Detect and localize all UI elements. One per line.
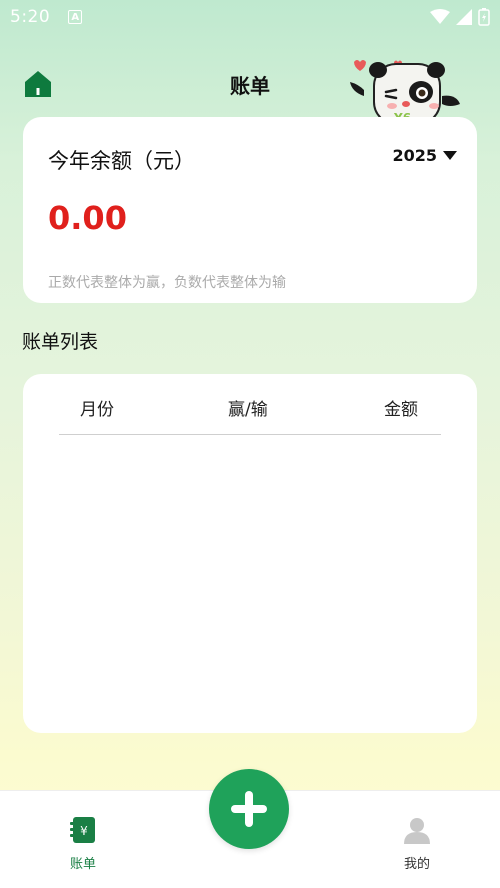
battery-icon xyxy=(478,8,490,26)
nav-label-mine: 我的 xyxy=(403,857,430,872)
bill-list-card: 月份 赢/输 金额 xyxy=(23,374,477,733)
nav-item-mine[interactable]: 我的 xyxy=(382,815,452,872)
list-divider xyxy=(59,434,441,435)
wifi-icon xyxy=(430,9,450,24)
year-value: 2025 xyxy=(392,146,437,165)
nav-label-bills: 账单 xyxy=(69,857,96,872)
add-bill-button[interactable] xyxy=(209,769,289,849)
panda-mascot: Y6 xyxy=(350,60,460,125)
column-header-month: 月份 xyxy=(80,400,114,420)
header: 账单 Y6 xyxy=(0,60,500,125)
caret-down-icon xyxy=(443,151,457,160)
nav-item-bills[interactable]: ¥ 账单 xyxy=(48,815,118,872)
column-header-amount: 金额 xyxy=(384,400,418,420)
balance-hint: 正数代表整体为赢，负数代表整体为输 xyxy=(48,275,286,291)
status-bar: 5:20 A xyxy=(0,0,500,34)
bill-list-title: 账单列表 xyxy=(22,331,99,353)
balance-label: 今年余额（元） xyxy=(48,149,195,173)
status-icons xyxy=(430,8,490,26)
year-selector[interactable]: 2025 xyxy=(392,146,457,165)
signal-icon xyxy=(456,9,472,25)
balance-card: 今年余额（元） 2025 0.00 正数代表整体为赢，负数代表整体为输 xyxy=(23,117,477,303)
notification-icon: A xyxy=(68,10,83,24)
status-time: 5:20 xyxy=(10,7,51,27)
page-title: 账单 xyxy=(230,73,270,98)
user-icon xyxy=(404,818,430,844)
svg-text:¥: ¥ xyxy=(80,824,88,838)
balance-value: 0.00 xyxy=(48,199,127,237)
bill-icon: ¥ xyxy=(70,817,95,843)
plus-icon xyxy=(231,791,267,827)
home-icon[interactable] xyxy=(22,68,54,100)
column-header-win-loss: 赢/输 xyxy=(228,400,268,420)
